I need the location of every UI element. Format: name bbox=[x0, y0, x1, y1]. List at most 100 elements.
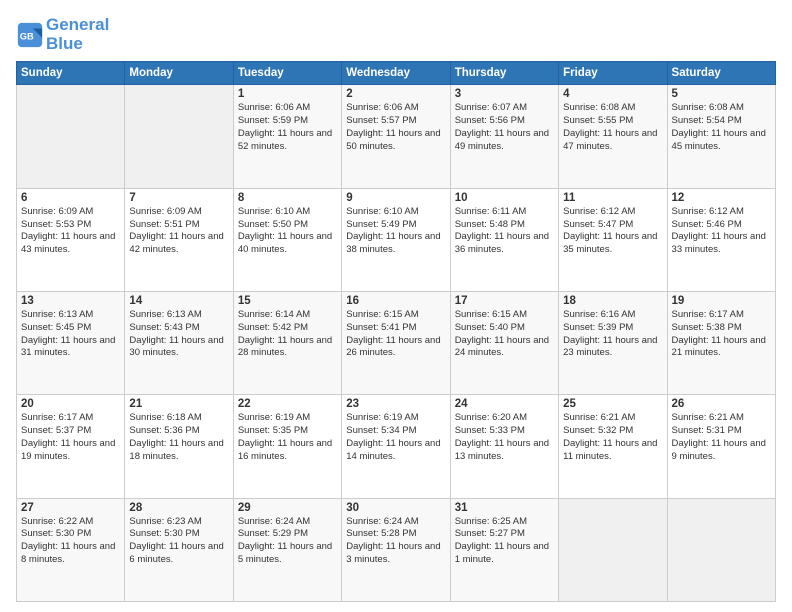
day-number: 7 bbox=[129, 192, 228, 204]
day-info: Sunrise: 6:13 AM Sunset: 5:45 PM Dayligh… bbox=[21, 309, 120, 360]
day-info: Sunrise: 6:23 AM Sunset: 5:30 PM Dayligh… bbox=[129, 516, 228, 567]
calendar-cell: 11Sunrise: 6:12 AM Sunset: 5:47 PM Dayli… bbox=[559, 188, 667, 291]
weekday-monday: Monday bbox=[125, 62, 233, 85]
day-info: Sunrise: 6:19 AM Sunset: 5:34 PM Dayligh… bbox=[346, 412, 445, 463]
calendar-cell: 31 Sunrise: 6:25 AM Sunset: 5:27 PM Dayli… bbox=[450, 498, 558, 601]
calendar-cell: 15 Sunrise: 6:14 AM Sunset: 5:42 PM Dayli… bbox=[233, 292, 341, 395]
calendar-cell: 9 Sunrise: 6:10 AM Sunset: 5:49 PM Daylig… bbox=[342, 188, 450, 291]
calendar-week-2: 6 Sunrise: 6:09 AM Sunset: 5:53 PM Daylig… bbox=[17, 188, 776, 291]
day-number: 19 bbox=[672, 295, 771, 307]
logo: GB General Blue bbox=[16, 16, 109, 53]
day-number: 16 bbox=[346, 295, 445, 307]
day-info: Sunrise: 6:14 AM Sunset: 5:42 PM Dayligh… bbox=[238, 309, 337, 360]
calendar-cell: 7 Sunrise: 6:09 AM Sunset: 5:51 PM Daylig… bbox=[125, 188, 233, 291]
calendar-cell: 27 Sunrise: 6:22 AM Sunset: 5:30 PM Dayli… bbox=[17, 498, 125, 601]
day-info: Sunrise: 6:18 AM Sunset: 5:36 PM Dayligh… bbox=[129, 412, 228, 463]
weekday-friday: Friday bbox=[559, 62, 667, 85]
day-number: 27 bbox=[21, 502, 120, 514]
calendar-cell: 4 Sunrise: 6:08 AM Sunset: 5:55 PM Daylig… bbox=[559, 85, 667, 188]
calendar-cell: 6 Sunrise: 6:09 AM Sunset: 5:53 PM Daylig… bbox=[17, 188, 125, 291]
calendar-cell: 18 Sunrise: 6:16 AM Sunset: 5:39 PM Dayli… bbox=[559, 292, 667, 395]
day-info: Sunrise: 6:06 AM Sunset: 5:59 PM Dayligh… bbox=[238, 102, 337, 153]
day-number: 17 bbox=[455, 295, 554, 307]
logo-icon: GB bbox=[16, 21, 44, 49]
weekday-saturday: Saturday bbox=[667, 62, 775, 85]
day-info: Sunrise: 6:21 AM Sunset: 5:31 PM Dayligh… bbox=[672, 412, 771, 463]
day-number: 15 bbox=[238, 295, 337, 307]
day-number: 31 bbox=[455, 502, 554, 514]
day-info: Sunrise: 6:09 AM Sunset: 5:51 PM Dayligh… bbox=[129, 206, 228, 257]
day-number: 13 bbox=[21, 295, 120, 307]
day-info: Sunrise: 6:16 AM Sunset: 5:39 PM Dayligh… bbox=[563, 309, 662, 360]
day-number: 25 bbox=[563, 398, 662, 410]
day-number: 14 bbox=[129, 295, 228, 307]
calendar-week-5: 27 Sunrise: 6:22 AM Sunset: 5:30 PM Dayli… bbox=[17, 498, 776, 601]
day-number: 26 bbox=[672, 398, 771, 410]
calendar-cell: 28Sunrise: 6:23 AM Sunset: 5:30 PM Dayli… bbox=[125, 498, 233, 601]
day-number: 9 bbox=[346, 192, 445, 204]
day-info: Sunrise: 6:15 AM Sunset: 5:40 PM Dayligh… bbox=[455, 309, 554, 360]
weekday-thursday: Thursday bbox=[450, 62, 558, 85]
day-info: Sunrise: 6:09 AM Sunset: 5:53 PM Dayligh… bbox=[21, 206, 120, 257]
calendar-cell: 3 Sunrise: 6:07 AM Sunset: 5:56 PM Daylig… bbox=[450, 85, 558, 188]
day-info: Sunrise: 6:10 AM Sunset: 5:49 PM Dayligh… bbox=[346, 206, 445, 257]
day-number: 12 bbox=[672, 192, 771, 204]
day-number: 8 bbox=[238, 192, 337, 204]
calendar-cell: 13 Sunrise: 6:13 AM Sunset: 5:45 PM Dayli… bbox=[17, 292, 125, 395]
calendar-table: SundayMondayTuesdayWednesdayThursdayFrid… bbox=[16, 61, 776, 602]
calendar-cell: 20Sunrise: 6:17 AM Sunset: 5:37 PM Dayli… bbox=[17, 395, 125, 498]
day-number: 1 bbox=[238, 88, 337, 100]
calendar-cell bbox=[667, 498, 775, 601]
day-number: 6 bbox=[21, 192, 120, 204]
day-number: 4 bbox=[563, 88, 662, 100]
calendar-cell: 8 Sunrise: 6:10 AM Sunset: 5:50 PM Daylig… bbox=[233, 188, 341, 291]
calendar-cell bbox=[559, 498, 667, 601]
day-number: 24 bbox=[455, 398, 554, 410]
day-info: Sunrise: 6:24 AM Sunset: 5:29 PM Dayligh… bbox=[238, 516, 337, 567]
day-number: 5 bbox=[672, 88, 771, 100]
day-info: Sunrise: 6:11 AM Sunset: 5:48 PM Dayligh… bbox=[455, 206, 554, 257]
day-number: 18 bbox=[563, 295, 662, 307]
calendar-cell: 23 Sunrise: 6:19 AM Sunset: 5:34 PM Dayli… bbox=[342, 395, 450, 498]
day-info: Sunrise: 6:22 AM Sunset: 5:30 PM Dayligh… bbox=[21, 516, 120, 567]
day-info: Sunrise: 6:08 AM Sunset: 5:54 PM Dayligh… bbox=[672, 102, 771, 153]
calendar-cell: 24 Sunrise: 6:20 AM Sunset: 5:33 PM Dayli… bbox=[450, 395, 558, 498]
calendar-cell: 14Sunrise: 6:13 AM Sunset: 5:43 PM Dayli… bbox=[125, 292, 233, 395]
day-number: 30 bbox=[346, 502, 445, 514]
calendar-cell: 21 Sunrise: 6:18 AM Sunset: 5:36 PM Dayli… bbox=[125, 395, 233, 498]
day-info: Sunrise: 6:08 AM Sunset: 5:55 PM Dayligh… bbox=[563, 102, 662, 153]
day-number: 21 bbox=[129, 398, 228, 410]
day-info: Sunrise: 6:21 AM Sunset: 5:32 PM Dayligh… bbox=[563, 412, 662, 463]
calendar-cell bbox=[17, 85, 125, 188]
calendar-week-4: 20Sunrise: 6:17 AM Sunset: 5:37 PM Dayli… bbox=[17, 395, 776, 498]
day-number: 11 bbox=[563, 192, 662, 204]
weekday-tuesday: Tuesday bbox=[233, 62, 341, 85]
day-number: 29 bbox=[238, 502, 337, 514]
calendar-week-1: 1 Sunrise: 6:06 AM Sunset: 5:59 PM Daylig… bbox=[17, 85, 776, 188]
day-info: Sunrise: 6:25 AM Sunset: 5:27 PM Dayligh… bbox=[455, 516, 554, 567]
calendar-cell: 5 Sunrise: 6:08 AM Sunset: 5:54 PM Daylig… bbox=[667, 85, 775, 188]
day-info: Sunrise: 6:24 AM Sunset: 5:28 PM Dayligh… bbox=[346, 516, 445, 567]
day-info: Sunrise: 6:12 AM Sunset: 5:46 PM Dayligh… bbox=[672, 206, 771, 257]
calendar-cell: 29 Sunrise: 6:24 AM Sunset: 5:29 PM Dayli… bbox=[233, 498, 341, 601]
page: GB General Blue SundayMondayTuesdayWedne… bbox=[0, 0, 792, 612]
calendar-cell: 2 Sunrise: 6:06 AM Sunset: 5:57 PM Daylig… bbox=[342, 85, 450, 188]
calendar-cell: 16Sunrise: 6:15 AM Sunset: 5:41 PM Dayli… bbox=[342, 292, 450, 395]
day-info: Sunrise: 6:07 AM Sunset: 5:56 PM Dayligh… bbox=[455, 102, 554, 153]
day-info: Sunrise: 6:19 AM Sunset: 5:35 PM Dayligh… bbox=[238, 412, 337, 463]
logo-text: General Blue bbox=[46, 16, 109, 53]
day-info: Sunrise: 6:20 AM Sunset: 5:33 PM Dayligh… bbox=[455, 412, 554, 463]
day-info: Sunrise: 6:10 AM Sunset: 5:50 PM Dayligh… bbox=[238, 206, 337, 257]
calendar-week-3: 13 Sunrise: 6:13 AM Sunset: 5:45 PM Dayli… bbox=[17, 292, 776, 395]
day-info: Sunrise: 6:17 AM Sunset: 5:37 PM Dayligh… bbox=[21, 412, 120, 463]
day-info: Sunrise: 6:06 AM Sunset: 5:57 PM Dayligh… bbox=[346, 102, 445, 153]
header: GB General Blue bbox=[16, 12, 776, 53]
day-info: Sunrise: 6:17 AM Sunset: 5:38 PM Dayligh… bbox=[672, 309, 771, 360]
day-number: 23 bbox=[346, 398, 445, 410]
svg-text:GB: GB bbox=[20, 31, 34, 41]
day-number: 2 bbox=[346, 88, 445, 100]
day-number: 3 bbox=[455, 88, 554, 100]
calendar-cell bbox=[125, 85, 233, 188]
calendar-cell: 10Sunrise: 6:11 AM Sunset: 5:48 PM Dayli… bbox=[450, 188, 558, 291]
calendar-cell: 1 Sunrise: 6:06 AM Sunset: 5:59 PM Daylig… bbox=[233, 85, 341, 188]
